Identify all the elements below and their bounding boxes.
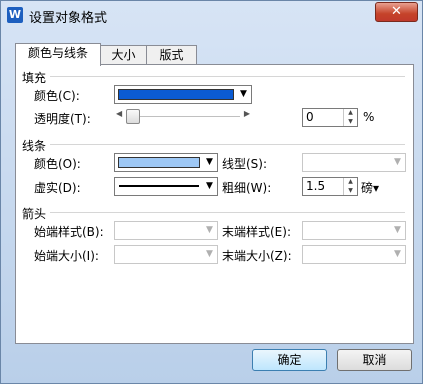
slider-right-arrow-icon[interactable]: ▶: [244, 109, 250, 118]
begin-style-label: 始端样式(B):: [34, 225, 104, 239]
weight-spinbox[interactable]: 1.5 ▲ ▼: [302, 177, 358, 196]
spin-down-icon[interactable]: ▼: [344, 187, 357, 195]
wps-writer-icon: W: [7, 7, 23, 23]
weight-value[interactable]: 1.5: [306, 179, 325, 193]
arrows-section-title: 箭头: [22, 207, 47, 221]
end-size-label: 末端大小(Z):: [222, 249, 292, 263]
arrows-separator: [50, 212, 405, 213]
dash-dropdown[interactable]: ▼: [114, 177, 218, 196]
tab-layout[interactable]: 版式: [146, 45, 197, 65]
spin-up-icon[interactable]: ▲: [344, 109, 357, 117]
chevron-down-icon: ▼: [206, 249, 213, 259]
fill-separator: [50, 76, 405, 77]
begin-size-label: 始端大小(I):: [34, 249, 99, 263]
weight-unit-dropdown[interactable]: 磅▾: [361, 179, 379, 196]
slider-left-arrow-icon[interactable]: ◀: [116, 109, 122, 118]
weight-label: 粗细(W):: [222, 181, 272, 195]
line-style-dropdown[interactable]: ▼: [302, 153, 406, 172]
transparency-label: 透明度(T):: [34, 112, 91, 126]
tab-panel-color-and-lines: 填充 颜色(C): ▼ 透明度(T): ◀ ▶ 0 ▲ ▼ % 线条 颜色(O)…: [15, 64, 414, 344]
chevron-down-icon: ▼: [240, 89, 247, 99]
tab-size[interactable]: 大小: [100, 45, 147, 65]
fill-color-swatch: [118, 89, 234, 100]
slider-track: [126, 116, 240, 117]
line-color-swatch: [118, 157, 200, 168]
dash-label: 虚实(D):: [34, 181, 81, 195]
fill-color-label: 颜色(C):: [34, 89, 80, 103]
line-color-dropdown[interactable]: ▼: [114, 153, 218, 172]
chevron-down-icon: ▼: [394, 249, 401, 259]
end-style-label: 末端样式(E):: [222, 225, 291, 239]
transparency-unit: %: [363, 110, 375, 124]
transparency-spinbox[interactable]: 0 ▲ ▼: [302, 108, 358, 127]
line-separator: [50, 144, 405, 145]
chevron-down-icon: ▼: [394, 157, 401, 167]
fill-section-title: 填充: [22, 71, 47, 85]
format-object-dialog: W 设置对象格式 ✕ 颜色与线条 大小 版式 填充 颜色(C): ▼ 透明度(T…: [0, 0, 423, 384]
fill-color-dropdown[interactable]: ▼: [114, 85, 252, 104]
transparency-value[interactable]: 0: [306, 110, 314, 124]
end-style-dropdown[interactable]: ▼: [302, 221, 406, 240]
spin-up-icon[interactable]: ▲: [344, 178, 357, 186]
line-style-label: 线型(S):: [222, 157, 268, 171]
slider-thumb[interactable]: [126, 109, 140, 124]
line-section-title: 线条: [22, 139, 47, 153]
chevron-down-icon: ▼: [206, 157, 213, 167]
ok-button[interactable]: 确定: [252, 349, 327, 371]
line-color-label: 颜色(O):: [34, 157, 81, 171]
chevron-down-icon: ▼: [394, 225, 401, 235]
begin-size-dropdown[interactable]: ▼: [114, 245, 218, 264]
close-button[interactable]: ✕: [375, 2, 418, 22]
spin-down-icon[interactable]: ▼: [344, 118, 357, 126]
tab-color-and-lines[interactable]: 颜色与线条: [15, 43, 101, 66]
dialog-title: 设置对象格式: [29, 11, 108, 26]
title-bar[interactable]: W 设置对象格式 ✕: [1, 1, 422, 29]
transparency-slider[interactable]: ◀ ▶: [114, 108, 252, 125]
cancel-button[interactable]: 取消: [337, 349, 412, 371]
begin-style-dropdown[interactable]: ▼: [114, 221, 218, 240]
solid-line-preview: [119, 185, 199, 187]
end-size-dropdown[interactable]: ▼: [302, 245, 406, 264]
chevron-down-icon: ▼: [206, 225, 213, 235]
chevron-down-icon: ▼: [206, 181, 213, 191]
